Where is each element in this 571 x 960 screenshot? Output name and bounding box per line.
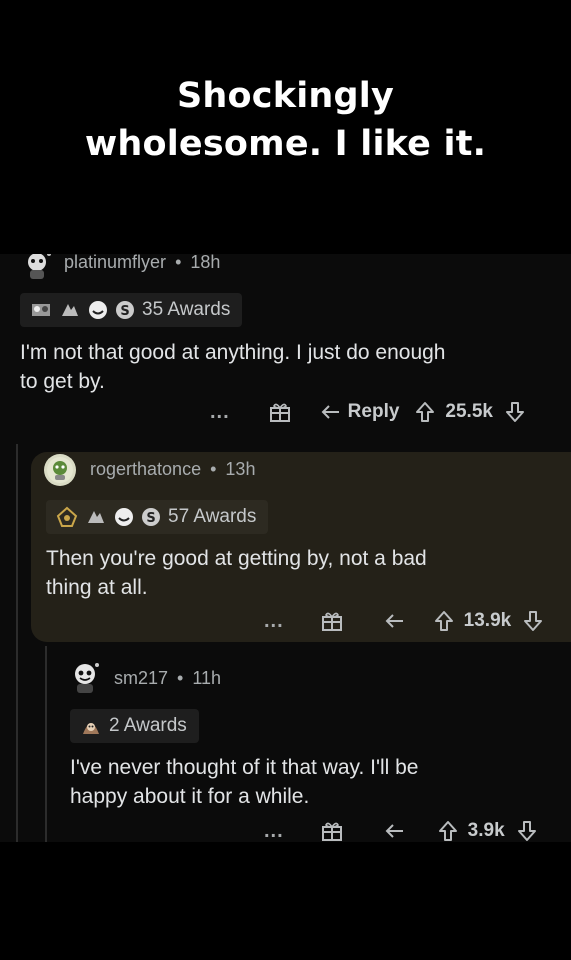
comment-text-line: I'm not that good at anything. I just do… (20, 341, 446, 364)
award-icon (56, 506, 78, 528)
comment-body: I've never thought of it that way. I'll … (70, 753, 550, 811)
downvote-icon[interactable] (523, 610, 543, 632)
comment-header: rogerthatonce • 13h (90, 459, 255, 480)
separator-dot: • (175, 254, 182, 272)
thread-line[interactable] (45, 646, 47, 842)
comment-text-line: Then you're good at getting by, not a ba… (46, 547, 427, 570)
award-icon (85, 507, 107, 527)
downvote-icon[interactable] (517, 820, 537, 842)
comment-actions: ... Reply 25.5k (210, 400, 525, 424)
separator-dot: • (210, 459, 217, 479)
comment-header: platinumflyer • 18h (64, 254, 220, 273)
username[interactable]: rogerthatonce (90, 459, 201, 479)
thread-line[interactable] (16, 444, 18, 842)
upvote-icon[interactable] (415, 401, 435, 423)
snoo-avatar-icon[interactable] (44, 454, 76, 486)
vote-count: 25.5k (445, 401, 493, 422)
more-options-button[interactable]: ... (210, 401, 230, 424)
comment-body: Then you're good at getting by, not a ba… (46, 544, 546, 602)
separator-dot: • (177, 668, 184, 688)
award-icon (114, 507, 134, 527)
comment-text-line: happy about it for a while. (70, 785, 310, 808)
comment-text-line: to get by. (20, 370, 105, 393)
username[interactable]: platinumflyer (64, 254, 166, 272)
award-icon (88, 300, 108, 320)
comment-header: sm217 • 11h (114, 668, 221, 689)
upvote-icon[interactable] (434, 610, 454, 632)
snoo-avatar-icon[interactable] (68, 660, 102, 694)
upvote-icon[interactable] (438, 820, 458, 842)
gift-icon[interactable] (268, 400, 292, 424)
comment-actions: ... 13.9k (264, 609, 543, 633)
more-options-button[interactable]: ... (264, 820, 284, 843)
username[interactable]: sm217 (114, 668, 168, 688)
caption-line-1: Shockingly (177, 76, 394, 116)
comment-text-line: thing at all. (46, 576, 148, 599)
comment-actions: ... 3.9k (264, 819, 537, 842)
gift-icon[interactable] (320, 609, 344, 633)
awards-badge[interactable]: S 35 Awards (20, 293, 243, 327)
snoo-avatar-icon[interactable] (22, 254, 52, 280)
more-options-button[interactable]: ... (264, 610, 284, 633)
awards-badge[interactable]: S 57 Awards (46, 500, 269, 534)
meme-caption: Shockingly wholesome. I like it. (0, 72, 571, 168)
award-icon: S (141, 507, 161, 527)
award-icon (30, 300, 52, 320)
reply-button[interactable]: Reply (320, 401, 400, 423)
awards-count: 35 Awards (142, 299, 231, 320)
vote-count: 13.9k (463, 610, 512, 631)
svg-text:S: S (120, 304, 129, 319)
reddit-comment-thread: platinumflyer • 18h S 35 Awards I'm not … (0, 254, 571, 842)
award-icon (80, 715, 102, 737)
downvote-icon[interactable] (505, 401, 525, 423)
caption-line-2: wholesome. I like it. (84, 124, 487, 164)
svg-text:S: S (146, 511, 155, 526)
gift-icon[interactable] (320, 819, 344, 842)
comment-body: I'm not that good at anything. I just do… (20, 338, 560, 396)
vote-count: 3.9k (467, 820, 505, 841)
awards-badge[interactable]: 2 Awards (70, 709, 199, 743)
reply-arrow-icon[interactable] (384, 611, 406, 631)
reply-arrow-icon[interactable] (384, 821, 406, 841)
awards-count: 2 Awards (109, 715, 187, 736)
reply-label: Reply (347, 401, 400, 422)
comment-age: 13h (225, 459, 256, 479)
comment-text-line: I've never thought of it that way. I'll … (70, 756, 419, 779)
awards-count: 57 Awards (168, 506, 257, 527)
comment-age: 11h (192, 668, 222, 688)
award-icon: S (115, 300, 135, 320)
award-icon (59, 300, 81, 320)
comment-age: 18h (190, 254, 221, 272)
reply-arrow-icon (320, 402, 342, 422)
